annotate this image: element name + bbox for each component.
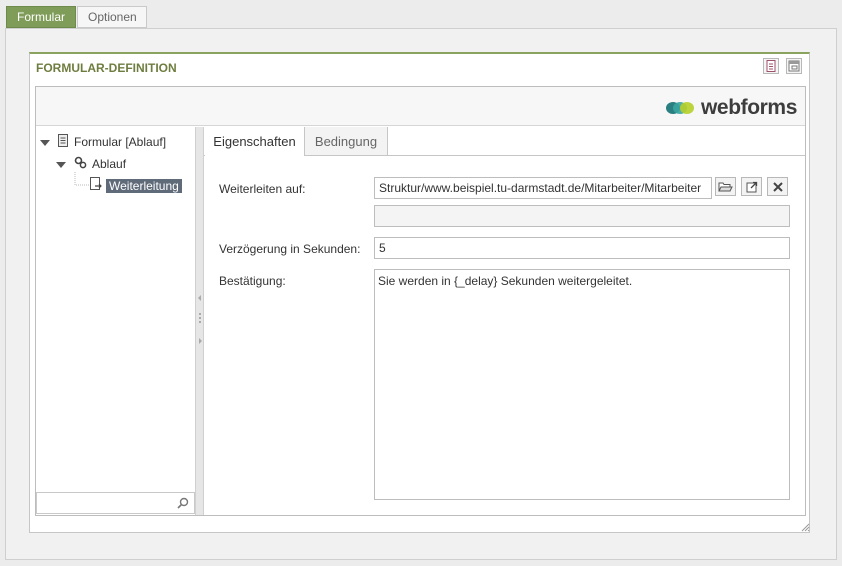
tree-item-label: Formular [Ablauf] bbox=[74, 135, 167, 149]
folder-open-icon bbox=[718, 182, 733, 192]
webforms-logo-mark-icon bbox=[666, 102, 694, 114]
expand-caret-icon[interactable] bbox=[40, 140, 50, 146]
tree-connector bbox=[74, 172, 89, 186]
tree-item-ablauf[interactable]: Ablauf bbox=[74, 154, 126, 174]
browse-folder-button[interactable] bbox=[715, 177, 736, 196]
redirect-target-input[interactable] bbox=[374, 177, 712, 199]
tree-item-label: Ablauf bbox=[92, 157, 127, 171]
webforms-logo-text: webforms bbox=[701, 96, 797, 119]
search-icon[interactable] bbox=[177, 497, 189, 512]
clear-button[interactable] bbox=[767, 177, 788, 196]
splitter-grip-icon bbox=[198, 295, 202, 344]
delay-seconds-input[interactable] bbox=[374, 237, 790, 259]
redirect-page-icon bbox=[90, 176, 103, 197]
confirmation-textarea[interactable]: Sie werden in {_delay} Sekunden weiterge… bbox=[374, 269, 790, 500]
open-page-icon bbox=[746, 181, 757, 192]
redirect-label: Weiterleiten auf: bbox=[219, 182, 306, 196]
tree-item-label-selected: Weiterleitung bbox=[106, 179, 182, 193]
expand-caret-icon[interactable] bbox=[56, 162, 66, 168]
confirmation-label: Bestätigung: bbox=[219, 274, 286, 288]
open-link-button[interactable] bbox=[741, 177, 762, 196]
panel-splitter[interactable] bbox=[195, 127, 204, 515]
window-icon[interactable] bbox=[786, 58, 802, 74]
tree-item-weiterleitung[interactable]: Weiterleitung bbox=[90, 176, 182, 196]
redirect-path-display bbox=[374, 205, 790, 227]
resize-grip-icon[interactable] bbox=[800, 521, 810, 535]
tab-bedingung[interactable]: Bedingung bbox=[305, 127, 388, 156]
tab-formular[interactable]: Formular bbox=[6, 6, 76, 28]
webforms-logo: webforms bbox=[665, 96, 797, 120]
document-icon[interactable] bbox=[763, 58, 779, 74]
form-icon bbox=[58, 133, 68, 153]
tree-item-formular[interactable]: Formular [Ablauf] bbox=[58, 132, 166, 152]
delay-label: Verzögerung in Sekunden: bbox=[219, 242, 361, 256]
close-icon bbox=[772, 181, 783, 192]
tab-eigenschaften[interactable]: Eigenschaften bbox=[205, 127, 305, 156]
tree-search-input[interactable] bbox=[36, 492, 195, 514]
panel-title: FORMULAR-DEFINITION bbox=[36, 61, 177, 75]
tab-optionen[interactable]: Optionen bbox=[77, 6, 147, 28]
